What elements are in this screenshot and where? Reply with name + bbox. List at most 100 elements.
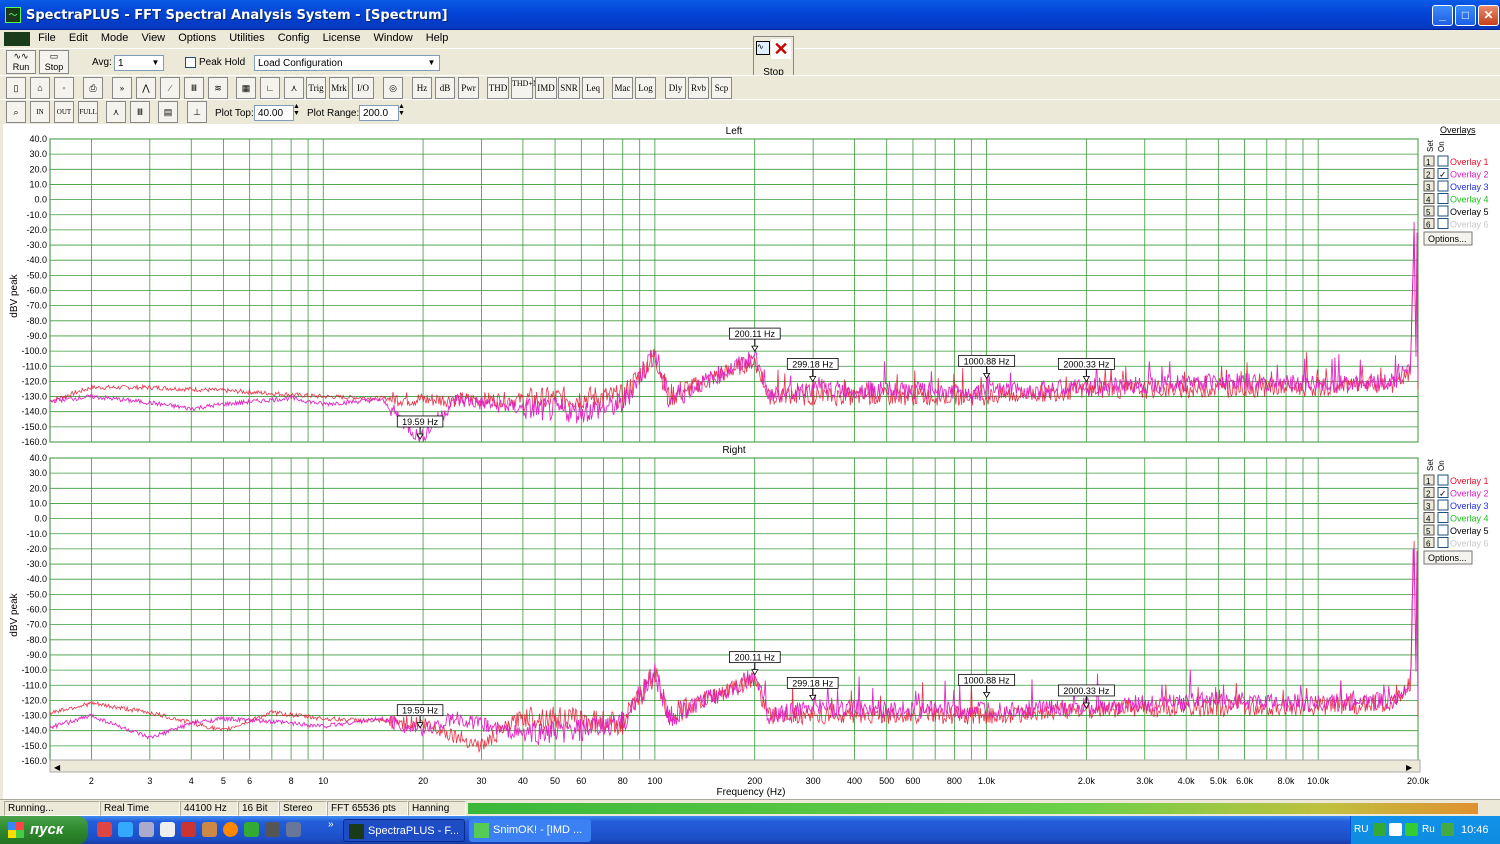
overlay-checkbox[interactable] bbox=[1437, 180, 1449, 192]
mac-button[interactable]: Mac bbox=[612, 77, 633, 99]
menu-utilities[interactable]: Utilities bbox=[224, 30, 269, 46]
overlay-checkbox[interactable] bbox=[1437, 193, 1449, 204]
spin-icon[interactable]: ▲ ▼ bbox=[293, 103, 300, 117]
filezilla-icon[interactable] bbox=[181, 822, 196, 837]
menu-file[interactable]: File bbox=[33, 30, 61, 46]
leq-button[interactable]: Leq bbox=[582, 77, 604, 99]
mrk-button[interactable]: Mrk bbox=[329, 77, 349, 99]
quicklaunch-icon[interactable] bbox=[265, 822, 280, 837]
menu-mode[interactable]: Mode bbox=[96, 30, 134, 46]
overlay-checkbox[interactable] bbox=[1437, 474, 1449, 486]
dly-button[interactable]: Dly bbox=[665, 77, 686, 99]
run-button[interactable]: ∿∿ Run bbox=[6, 50, 36, 74]
scroll-right-icon[interactable]: ▶ bbox=[1406, 763, 1413, 772]
plot-top-input[interactable]: 40.00 bbox=[254, 105, 294, 121]
new-icon[interactable]: ▯ bbox=[6, 77, 26, 99]
vertical-scale-icon[interactable]: ⊥ bbox=[187, 101, 207, 123]
config-select[interactable]: Load Configuration ▼ bbox=[254, 55, 440, 71]
calculator-icon[interactable]: ▦ bbox=[236, 77, 256, 99]
peak-icon[interactable]: ⋏ bbox=[284, 77, 304, 99]
zoom-out-x-icon[interactable]: OUT bbox=[54, 101, 74, 123]
overlay-checkbox[interactable] bbox=[1437, 499, 1449, 511]
spectrum-icon[interactable]: ⋀ bbox=[136, 77, 156, 99]
menu-config[interactable]: Config bbox=[273, 30, 315, 46]
overlay-checkbox[interactable] bbox=[1437, 155, 1449, 167]
tray-icon[interactable] bbox=[1405, 823, 1418, 836]
log-button[interactable]: Log bbox=[635, 77, 656, 99]
menu-options[interactable]: Options bbox=[173, 30, 221, 46]
start-button[interactable]: пуск bbox=[0, 816, 88, 844]
rvb-button[interactable]: Rvb bbox=[688, 77, 709, 99]
scroll-left-icon[interactable]: ◀ bbox=[54, 763, 61, 772]
tray-icon[interactable] bbox=[1389, 823, 1402, 836]
task-snimok[interactable]: SnimOK! - [IMD ... bbox=[469, 819, 591, 842]
tray-icon[interactable] bbox=[1441, 823, 1454, 836]
menu-view[interactable]: View bbox=[136, 30, 170, 46]
axes-icon[interactable]: ∟ bbox=[260, 77, 280, 99]
stop-button[interactable]: ▭ Stop bbox=[39, 50, 69, 74]
zoom-full-icon[interactable]: FULL bbox=[78, 101, 98, 123]
open-icon[interactable]: ⌂ bbox=[30, 77, 50, 99]
scp-button[interactable]: Scp bbox=[711, 77, 732, 99]
horizontal-scrollbar[interactable] bbox=[49, 759, 1421, 773]
hz-button[interactable]: Hz bbox=[412, 77, 432, 99]
quicklaunch-icon[interactable] bbox=[286, 822, 301, 837]
keyboard-layout-indicator[interactable]: Ru bbox=[1422, 824, 1435, 835]
menu-edit[interactable]: Edit bbox=[64, 30, 93, 46]
peak-hold-checkbox[interactable] bbox=[185, 57, 196, 68]
slope-icon[interactable]: ∕ bbox=[160, 77, 180, 99]
menu-help[interactable]: Help bbox=[421, 30, 454, 46]
db-button[interactable]: dB bbox=[435, 77, 455, 99]
quicklaunch-icon[interactable] bbox=[244, 822, 259, 837]
tray-icon[interactable] bbox=[1373, 823, 1386, 836]
thd-button[interactable]: THD bbox=[487, 77, 509, 99]
imd-button[interactable]: IMD bbox=[535, 77, 557, 99]
spectrum-plots[interactable]: Left Right dBV peak dBV peak Frequency (… bbox=[3, 124, 1500, 799]
avg-select[interactable]: 1 ▼ bbox=[114, 55, 164, 71]
spin-icon[interactable]: ▲ ▼ bbox=[398, 103, 405, 117]
print-icon[interactable]: ⎙ bbox=[83, 77, 103, 99]
plot-range-input[interactable]: 200.0 bbox=[359, 105, 399, 121]
save-icon[interactable]: ▪ bbox=[54, 77, 74, 99]
zoom-icon[interactable]: ⌕ bbox=[6, 101, 26, 123]
pwr-button[interactable]: Pwr bbox=[458, 77, 479, 99]
firefox-icon[interactable] bbox=[223, 822, 238, 837]
menu-window[interactable]: Window bbox=[369, 30, 418, 46]
trig-button[interactable]: Trig bbox=[306, 77, 326, 99]
quicklaunch-icon[interactable] bbox=[97, 822, 112, 837]
ie-icon[interactable] bbox=[118, 822, 133, 837]
close-icon[interactable]: ✕ bbox=[771, 39, 791, 59]
language-indicator[interactable]: RU bbox=[1354, 824, 1368, 835]
bars-icon[interactable]: Ⅲ bbox=[184, 77, 204, 99]
expand-icon[interactable]: » bbox=[328, 819, 334, 830]
menu-license[interactable]: License bbox=[318, 30, 366, 46]
sine-generator-icon[interactable]: ◎ bbox=[383, 77, 403, 99]
fast-forward-icon[interactable]: » bbox=[112, 77, 132, 99]
zoom-in-x-icon[interactable]: IN bbox=[30, 101, 50, 123]
overlay-checkbox[interactable] bbox=[1437, 524, 1449, 536]
overlay-checkbox[interactable] bbox=[1437, 205, 1449, 217]
task-spectraplus[interactable]: SpectraPLUS - F... bbox=[343, 819, 465, 842]
list-icon[interactable]: ▤ bbox=[158, 101, 178, 123]
snr-button[interactable]: SNR bbox=[558, 77, 580, 99]
quicklaunch-icon[interactable] bbox=[202, 822, 217, 837]
overlay-label: Overlay 4 bbox=[1450, 195, 1489, 205]
bars-plot-icon[interactable]: Ⅲ bbox=[130, 101, 150, 123]
y-tick-label: -50.0 bbox=[26, 270, 47, 280]
avg-value: 1 bbox=[118, 58, 124, 69]
maximize-button[interactable]: □ bbox=[1455, 5, 1476, 26]
thdn-button[interactable]: THD+N bbox=[511, 77, 539, 99]
overlay-checkbox[interactable] bbox=[1437, 218, 1449, 229]
io-button[interactable]: I/O bbox=[352, 77, 374, 99]
quicklaunch-icon[interactable] bbox=[139, 822, 154, 837]
marker-label: 19.59 Hz bbox=[402, 417, 439, 427]
quicklaunch-icon[interactable] bbox=[160, 822, 175, 837]
peak-plot-icon[interactable]: ⋏ bbox=[106, 101, 126, 123]
minimize-button[interactable]: _ bbox=[1432, 5, 1453, 26]
close-button[interactable]: ✕ bbox=[1478, 5, 1499, 26]
app-icon[interactable]: 〜 bbox=[5, 7, 21, 23]
doc-icon[interactable] bbox=[4, 32, 30, 46]
overlay-checkbox[interactable] bbox=[1437, 512, 1449, 523]
waterfall-icon[interactable]: ≋ bbox=[208, 77, 228, 99]
overlay-checkbox[interactable] bbox=[1437, 537, 1449, 548]
